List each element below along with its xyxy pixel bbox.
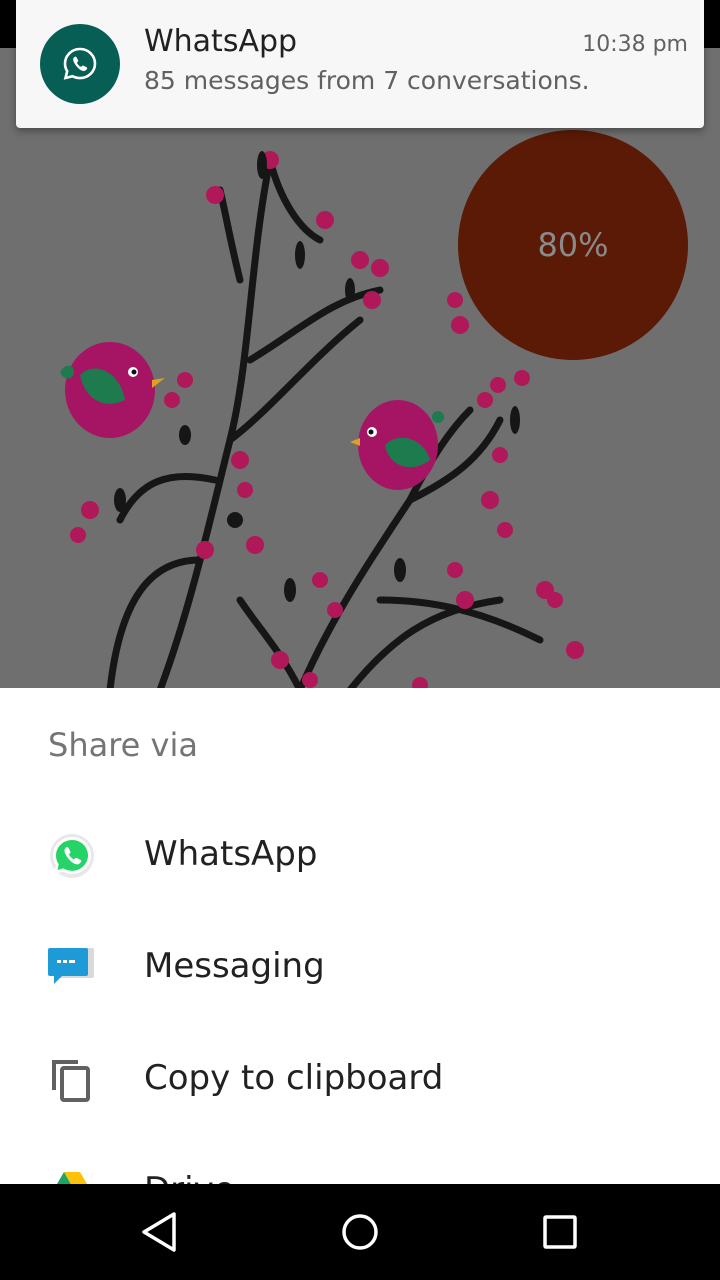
share-item-copy-to-clipboard[interactable]: Copy to clipboard xyxy=(0,1024,720,1136)
share-item-label: Drive xyxy=(144,1170,235,1184)
notification-time: 10:38 pm xyxy=(582,32,688,57)
share-item-messaging[interactable]: Messaging xyxy=(0,912,720,1024)
share-item-label: Messaging xyxy=(144,946,325,986)
progress-circle: 80% xyxy=(458,130,688,360)
whatsapp-icon xyxy=(48,832,96,880)
notification-text: 85 messages from 7 conversations. xyxy=(144,66,590,95)
navigation-bar xyxy=(0,1184,720,1280)
share-item-drive[interactable]: Drive xyxy=(0,1136,720,1184)
back-icon[interactable] xyxy=(136,1208,184,1256)
share-sheet: Share via WhatsApp Messaging Copy to cli… xyxy=(0,688,720,1184)
progress-label: 80% xyxy=(537,226,609,264)
drive-icon xyxy=(48,1168,96,1184)
share-sheet-title: Share via xyxy=(48,726,198,764)
wallpaper-background: 80% xyxy=(0,48,720,688)
messaging-icon xyxy=(48,944,96,992)
share-item-label: WhatsApp xyxy=(144,834,318,874)
share-item-whatsapp[interactable]: WhatsApp xyxy=(0,800,720,912)
recents-icon[interactable] xyxy=(536,1208,584,1256)
copy-icon xyxy=(48,1056,96,1104)
notification-title: WhatsApp xyxy=(144,24,298,59)
whatsapp-icon xyxy=(40,24,120,104)
home-icon[interactable] xyxy=(336,1208,384,1256)
share-item-label: Copy to clipboard xyxy=(144,1058,444,1098)
whatsapp-notification[interactable]: WhatsApp 10:38 pm 85 messages from 7 con… xyxy=(16,0,704,128)
